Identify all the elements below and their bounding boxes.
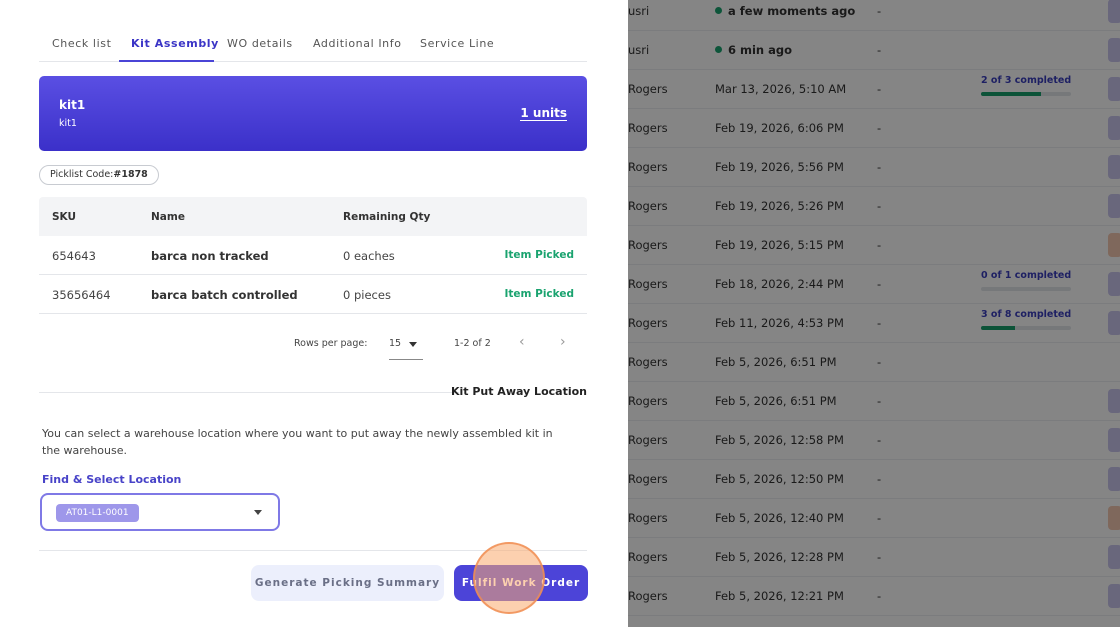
active-tab-indicator (119, 60, 214, 62)
picklist-label: Picklist Code: (50, 169, 114, 180)
cell-qty: 0 pieces (343, 288, 391, 302)
header-name: Name (151, 211, 185, 223)
location-select[interactable]: AT01-L1-0001 (40, 493, 280, 531)
picklist-code-badge: Picklist Code:#1878 (39, 165, 159, 185)
section-divider (39, 392, 459, 393)
tab-wo-details[interactable]: WO details (227, 37, 293, 50)
tab-kit-assembly[interactable]: Kit Assembly (131, 37, 219, 50)
tab-check-list[interactable]: Check list (52, 37, 112, 50)
rows-per-page-label: Rows per page: (294, 338, 368, 349)
cell-status: Item Picked (504, 288, 574, 300)
chevron-down-icon[interactable] (254, 510, 262, 515)
table-row: 654643 barca non tracked 0 eaches Item P… (39, 236, 587, 275)
header-sku: SKU (52, 211, 77, 223)
tab-additional-info[interactable]: Additional Info (313, 37, 402, 50)
fulfil-work-order-button[interactable]: Fulfil Work Order (454, 565, 588, 601)
selected-location-chip[interactable]: AT01-L1-0001 (56, 504, 139, 522)
header-remaining-qty: Remaining Qty (343, 211, 431, 223)
kit-units[interactable]: 1 units (520, 106, 567, 121)
pagination: Rows per page: 15 1-2 of 2 ‹ › (294, 334, 584, 360)
cell-name: barca batch controlled (151, 288, 298, 302)
page-range: 1-2 of 2 (454, 338, 491, 349)
picklist-code: #1878 (113, 169, 148, 180)
kit-name: kit1 (59, 98, 86, 112)
table-row: 35656464 barca batch controlled 0 pieces… (39, 275, 587, 314)
generate-picking-summary-button[interactable]: Generate Picking Summary (251, 565, 444, 601)
cell-sku: 654643 (52, 249, 96, 263)
tab-service-line[interactable]: Service Line (420, 37, 494, 50)
cell-status: Item Picked (504, 249, 574, 261)
putaway-section-title: Kit Put Away Location (450, 385, 587, 398)
modal-backdrop[interactable] (628, 0, 1120, 627)
chevron-right-icon[interactable]: › (560, 334, 566, 350)
putaway-description: You can select a warehouse location wher… (42, 427, 553, 457)
kit-items-table: SKU Name Remaining Qty 654643 barca non … (39, 197, 587, 314)
cell-qty: 0 eaches (343, 249, 395, 263)
chevron-left-icon[interactable]: ‹ (519, 334, 525, 350)
rows-per-page-value: 15 (389, 338, 402, 349)
footer-divider (39, 550, 587, 551)
cell-sku: 35656464 (52, 288, 111, 302)
cell-name: barca non tracked (151, 249, 269, 263)
rows-per-page-select[interactable]: 15 (389, 336, 423, 360)
tab-bar: Check list Kit Assembly WO details Addit… (39, 28, 587, 62)
location-field-label: Find & Select Location (42, 473, 182, 486)
table-header: SKU Name Remaining Qty (39, 197, 587, 236)
work-order-drawer: Check list Kit Assembly WO details Addit… (0, 0, 628, 627)
kit-subtitle: kit1 (59, 118, 77, 129)
kit-card: kit1 kit1 1 units (39, 76, 587, 151)
chevron-down-icon (409, 342, 417, 347)
